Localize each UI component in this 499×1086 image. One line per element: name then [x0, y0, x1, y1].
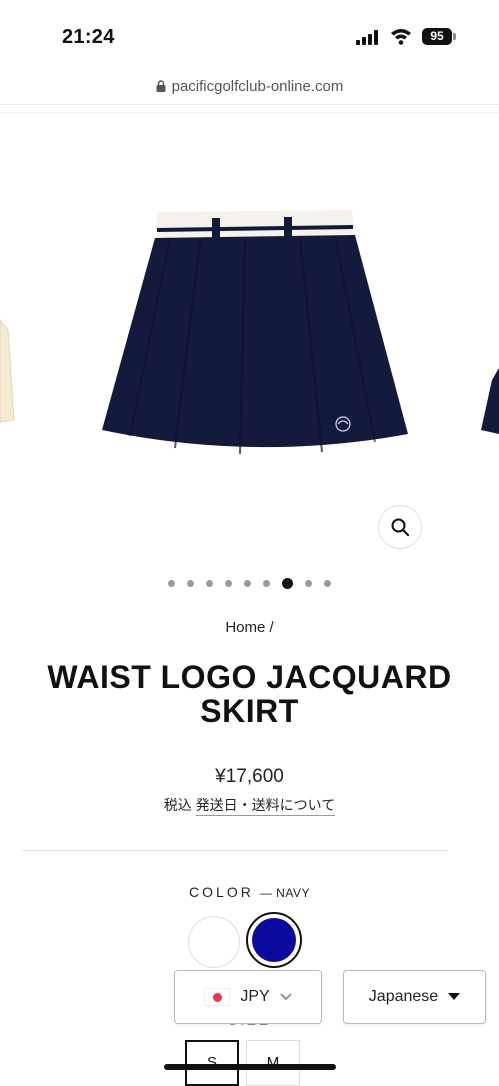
currency-selector[interactable]: JPY	[174, 970, 322, 1024]
gallery-dot[interactable]	[305, 580, 312, 587]
caret-down-icon	[448, 993, 461, 1000]
tax-label: 税込	[163, 797, 192, 813]
gallery-dot[interactable]	[225, 580, 232, 587]
gallery-dot[interactable]	[324, 580, 331, 587]
url-text: pacificgolfclub-online.com	[171, 77, 344, 95]
japan-flag-icon	[204, 988, 231, 1006]
gallery-dot[interactable]	[282, 578, 293, 589]
address-bar[interactable]: pacificgolfclub-online.com	[0, 74, 499, 98]
gallery-dot[interactable]	[263, 580, 270, 587]
chevron-down-icon	[280, 993, 292, 1001]
divider	[22, 850, 448, 851]
status-time: 21:24	[62, 26, 115, 48]
gallery-dot[interactable]	[168, 580, 175, 587]
wifi-icon	[391, 29, 411, 45]
selected-color-value: — NAVY	[259, 886, 310, 900]
home-indicator	[164, 1064, 336, 1070]
product-image-gallery[interactable]	[0, 130, 499, 560]
skirt-image	[102, 210, 408, 455]
language-label: Japanese	[368, 988, 439, 1005]
gallery-dot[interactable]	[244, 580, 251, 587]
gallery-dot[interactable]	[187, 580, 194, 587]
divider	[0, 104, 499, 105]
size-option-m[interactable]: M	[246, 1040, 300, 1086]
tax-shipping-line: 税込 発送日・送料について	[0, 795, 499, 816]
product-title: WAIST LOGO JACQUARD SKIRT	[47, 659, 452, 729]
gallery-dot[interactable]	[206, 580, 213, 587]
divider	[0, 112, 499, 113]
magnifier-icon	[391, 518, 410, 537]
color-label: COLOR	[189, 884, 254, 900]
color-option-label: COLOR — NAVY	[0, 884, 499, 900]
color-swatch-white[interactable]	[188, 916, 240, 968]
size-option-s[interactable]: S	[185, 1040, 239, 1086]
breadcrumb[interactable]: Home /	[0, 619, 499, 636]
previous-image-peek	[0, 319, 15, 423]
shipping-info-link[interactable]: 発送日・送料について	[195, 797, 336, 816]
product-price: ¥17,600	[215, 766, 284, 787]
battery-icon: 95	[422, 28, 452, 45]
currency-label: JPY	[240, 988, 270, 1005]
color-swatch-navy-fill	[252, 918, 296, 962]
battery-nub	[453, 33, 456, 40]
zoom-button[interactable]	[378, 505, 422, 549]
cellular-signal-icon	[356, 30, 378, 45]
color-swatch-navy[interactable]	[246, 912, 302, 968]
language-selector[interactable]: Japanese	[343, 970, 486, 1024]
lock-icon	[156, 80, 166, 92]
next-image-peek	[481, 368, 499, 434]
gallery-pagination	[0, 578, 499, 589]
